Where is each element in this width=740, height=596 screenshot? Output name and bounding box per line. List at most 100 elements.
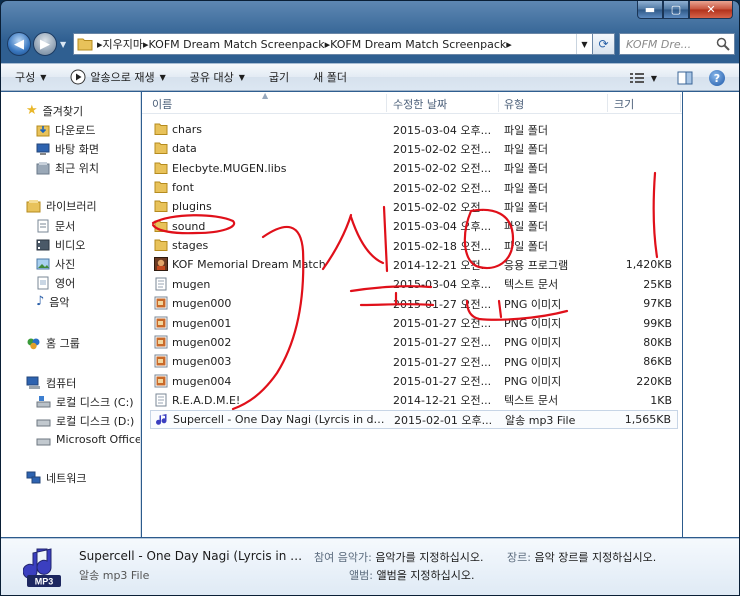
navigation-pane: ★ 즐겨찾기 다운로드 바탕 화면 최근 위치 라이브러리 문서 비디오 사진 영… (1, 92, 141, 537)
file-type: 파일 폴더 (504, 181, 548, 195)
maximize-button[interactable]: ▢ (663, 1, 689, 19)
file-type: 파일 폴더 (504, 220, 548, 234)
file-date: 2015-03-04 오후... (393, 220, 492, 234)
file-row[interactable]: mugen001 2015-01-27 오전... PNG 이미지 99KB (150, 314, 678, 333)
file-date: 2015-01-27 오전... (393, 375, 492, 389)
nav-label: 음악 (49, 295, 70, 309)
file-type: 파일 폴더 (504, 239, 548, 253)
file-row[interactable]: font 2015-02-02 오전... 파일 폴더 (150, 178, 678, 197)
file-row[interactable]: stages 2015-02-18 오전... 파일 폴더 (150, 236, 678, 255)
back-button[interactable]: ◀ (7, 32, 31, 56)
folder-icon (154, 219, 168, 236)
artist-value[interactable]: 음악가를 지정하십시오. (375, 551, 483, 564)
nav-downloads[interactable]: 다운로드 (36, 120, 95, 139)
breadcrumb-item[interactable]: KOFM Dream Match Screenpack (149, 38, 325, 51)
burn-button[interactable]: 굽기 (269, 69, 289, 85)
png-image-icon (154, 335, 168, 352)
file-row[interactable]: mugen003 2015-01-27 오전... PNG 이미지 86KB (150, 352, 678, 371)
field-label: 참여 음악가: (314, 551, 372, 564)
nav-office[interactable]: Microsoft Office (36, 430, 140, 449)
file-row[interactable]: plugins 2015-02-02 오전... 파일 폴더 (150, 197, 678, 216)
file-row[interactable]: KOF Memorial Dream Match 2014-12-21 오전...… (150, 255, 678, 274)
breadcrumb-item[interactable]: 지우지마 (103, 36, 143, 52)
help-icon[interactable]: ? (709, 70, 725, 86)
nav-documents[interactable]: 문서 (36, 216, 75, 235)
nav-recent[interactable]: 최근 위치 (36, 158, 99, 177)
album-value[interactable]: 앨범을 지정하십시오. (376, 569, 474, 582)
column-divider[interactable] (386, 94, 387, 112)
column-divider[interactable] (680, 94, 681, 112)
nav-network[interactable]: 네트워크 (26, 468, 86, 487)
column-divider[interactable] (607, 94, 608, 112)
file-name: mugen001 (172, 316, 232, 330)
column-name[interactable]: 이름 (152, 96, 172, 112)
column-date[interactable]: 수정한 날짜 (393, 96, 447, 112)
nav-label: 로컬 디스크 (D:) (56, 414, 135, 428)
nav-local-d[interactable]: 로컬 디스크 (D:) (36, 411, 134, 430)
column-divider[interactable] (498, 94, 499, 112)
minimize-button[interactable]: ▬ (637, 1, 663, 19)
nav-libraries[interactable]: 라이브러리 (26, 196, 97, 215)
png-image-icon (154, 354, 168, 371)
file-name: Elecbyte.MUGEN.libs (172, 161, 287, 175)
file-row[interactable]: mugen 2015-03-04 오후... 텍스트 문서 25KB (150, 275, 678, 294)
nav-computer[interactable]: 컴퓨터 (26, 373, 76, 392)
view-options-icon[interactable] (629, 71, 645, 85)
file-row[interactable]: data 2015-02-02 오전... 파일 폴더 (150, 139, 678, 158)
music-note-icon: ♪ (36, 294, 45, 309)
breadcrumb-separator[interactable]: ▸ (506, 38, 512, 51)
preview-pane-icon[interactable] (677, 71, 693, 85)
close-button[interactable]: ✕ (689, 1, 733, 19)
organize-button[interactable]: 구성 ▼ (15, 69, 46, 85)
new-folder-button[interactable]: 새 폴더 (313, 69, 347, 85)
mp3-badge-label: MP3 (35, 577, 54, 587)
file-row[interactable]: chars 2015-03-04 오후... 파일 폴더 (150, 120, 678, 139)
nav-videos[interactable]: 비디오 (36, 235, 85, 254)
videos-icon (36, 239, 50, 250)
file-date: 2014-12-21 오전... (393, 394, 492, 408)
nav-pictures[interactable]: 사진 (36, 254, 75, 273)
folder-icon (154, 180, 168, 197)
file-row[interactable]: mugen002 2015-01-27 오전... PNG 이미지 80KB (150, 333, 678, 352)
recent-pages-dropdown[interactable]: ▼ (60, 40, 70, 49)
file-type: PNG 이미지 (504, 297, 562, 311)
file-name: plugins (172, 200, 212, 214)
nav-desktop[interactable]: 바탕 화면 (36, 139, 99, 158)
nav-label: 비디오 (55, 238, 86, 252)
view-chevron-down-icon[interactable]: ▼ (651, 74, 657, 83)
play-with-button[interactable]: 알송으로 재생 ▼ (70, 69, 166, 85)
nav-english[interactable]: 영어 (36, 273, 75, 292)
system-drive-icon (36, 395, 51, 407)
address-bar[interactable]: ▸ 지우지마 ▸ KOFM Dream Match Screenpack ▸ K… (73, 33, 593, 55)
column-size[interactable]: 크기 (614, 96, 634, 112)
search-placeholder: KOFM Dre... (626, 37, 692, 51)
breadcrumb-item[interactable]: KOFM Dream Match Screenpack (330, 38, 506, 51)
nav-favorites[interactable]: ★ 즐겨찾기 (26, 101, 83, 120)
search-input[interactable]: KOFM Dre... (619, 33, 735, 55)
file-row[interactable]: Supercell - One Day Nagi (Lyrcis in des.… (150, 410, 678, 430)
file-row[interactable]: mugen004 2015-01-27 오전... PNG 이미지 220KB (150, 372, 678, 391)
caption-buttons: ▬ ▢ ✕ (637, 1, 733, 19)
genre-value[interactable]: 음악 장르를 지정하십시오. (534, 551, 656, 564)
address-dropdown[interactable]: ▼ (576, 34, 592, 54)
folder-icon (154, 199, 168, 216)
file-row[interactable]: mugen000 2015-01-27 오전... PNG 이미지 97KB (150, 294, 678, 313)
file-name: mugen003 (172, 355, 232, 369)
file-row[interactable]: R.E.A.D.M.E! 2014-12-21 오전... 텍스트 문서 1KB (150, 391, 678, 410)
nav-music[interactable]: ♪ 음악 (36, 292, 70, 311)
file-name: KOF Memorial Dream Match (172, 258, 326, 272)
refresh-button[interactable]: ⟳ (593, 33, 615, 55)
file-size: 25KB (643, 277, 672, 291)
file-type: PNG 이미지 (504, 355, 562, 369)
nav-local-c[interactable]: 로컬 디스크 (C:) (36, 392, 134, 411)
file-row[interactable]: sound 2015-03-04 오후... 파일 폴더 (150, 217, 678, 236)
details-filename: Supercell - One Day Nagi (Lyrcis in des.… (79, 549, 309, 563)
forward-button[interactable]: ▶ (33, 32, 57, 56)
column-type[interactable]: 유형 (504, 96, 524, 112)
nav-homegroup[interactable]: 홈 그룹 (26, 333, 80, 352)
details-artist: 참여 음악가: 음악가를 지정하십시오. (314, 549, 484, 565)
file-row[interactable]: Elecbyte.MUGEN.libs 2015-02-02 오전... 파일 폴더 (150, 159, 678, 178)
share-with-button[interactable]: 공유 대상 ▼ (190, 69, 245, 85)
file-type: PNG 이미지 (504, 375, 562, 389)
file-name: mugen000 (172, 297, 232, 311)
